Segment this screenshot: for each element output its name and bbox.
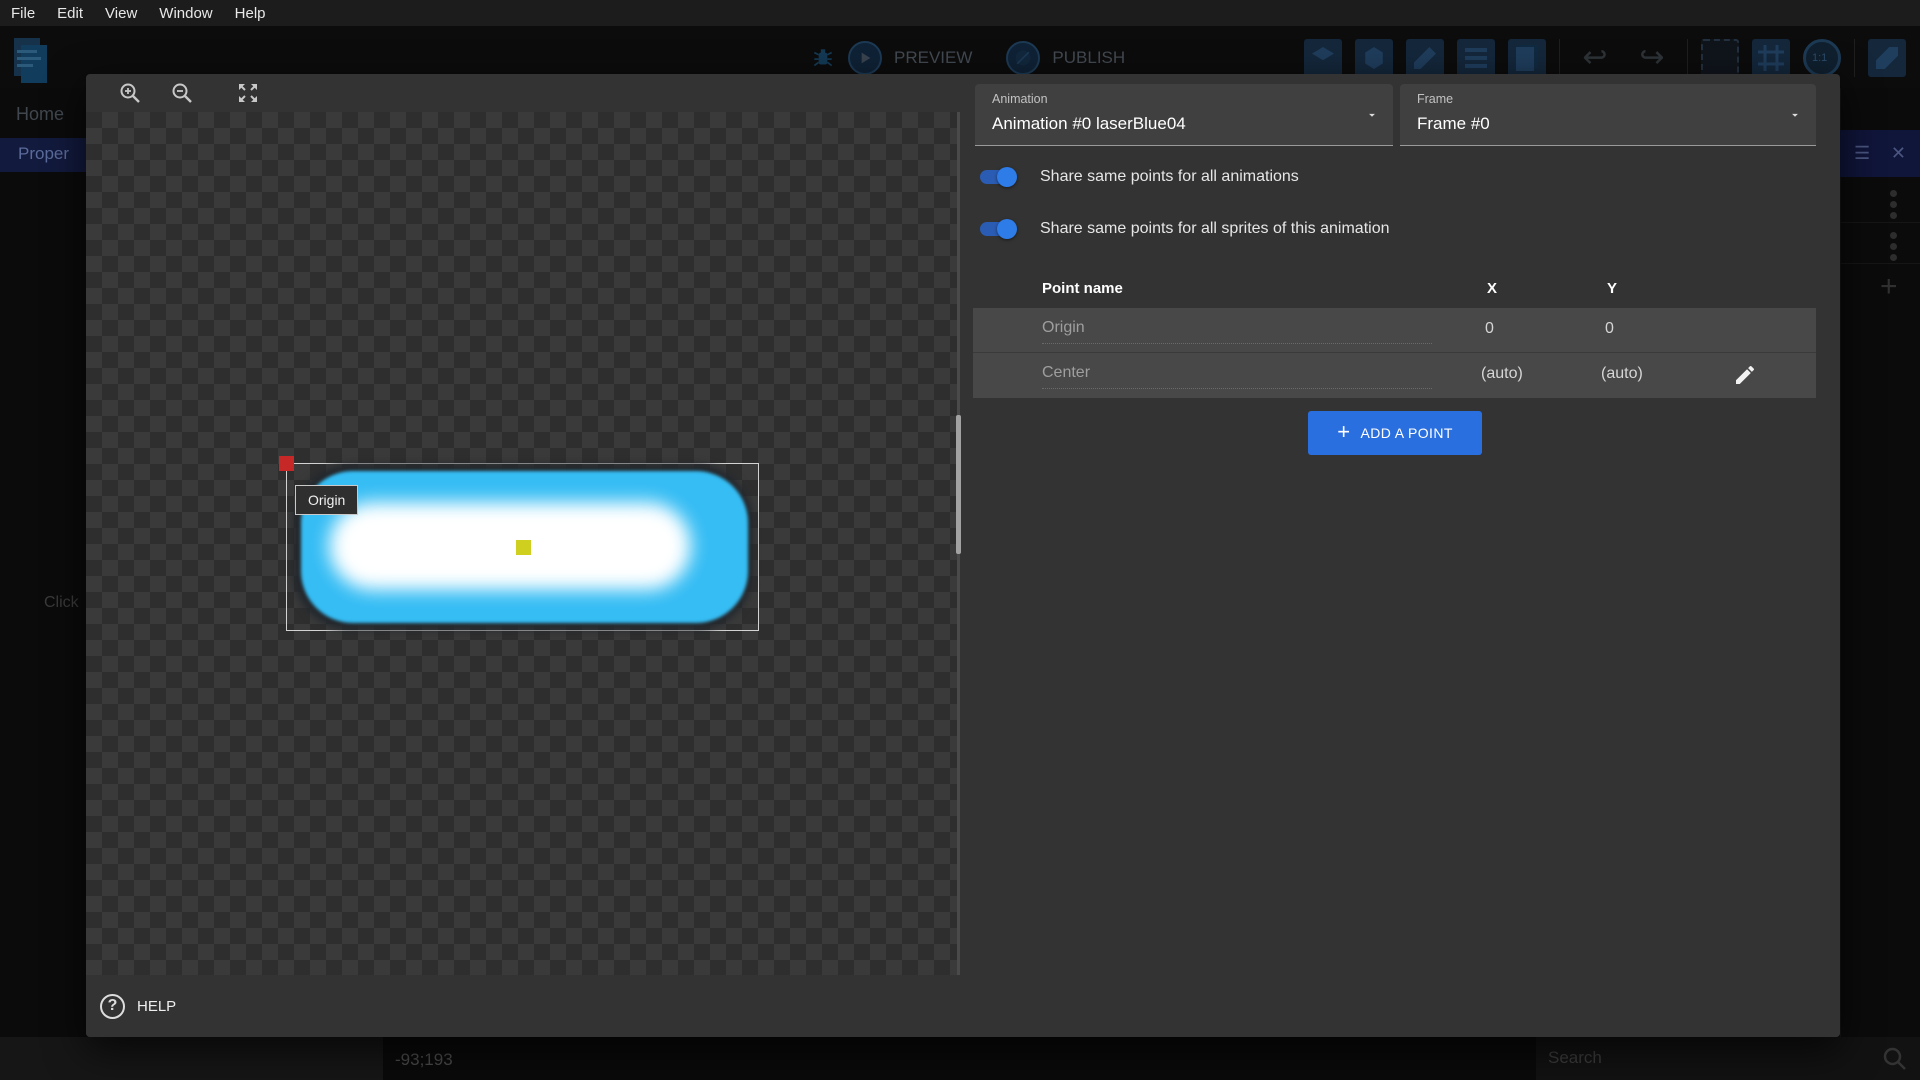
menu-edit[interactable]: Edit <box>46 5 94 22</box>
toggle-label: Share same points for all animations <box>1040 168 1299 186</box>
edit-scene-icon[interactable] <box>1406 39 1444 77</box>
wrench-icon[interactable] <box>1868 39 1906 77</box>
menu-window[interactable]: Window <box>148 5 223 22</box>
plus-icon: + <box>1337 419 1350 445</box>
toggle-label: Share same points for all sprites of thi… <box>1040 220 1390 238</box>
zoom-out-icon[interactable] <box>168 79 196 107</box>
publish-globe-icon[interactable] <box>1006 41 1040 75</box>
project-manager-icon[interactable] <box>14 38 48 84</box>
play-icon[interactable] <box>848 41 882 75</box>
point-y-value[interactable]: 0 <box>1605 320 1614 338</box>
column-x: X <box>1487 280 1497 297</box>
layers-icon[interactable] <box>1508 39 1546 77</box>
menu-help[interactable]: Help <box>224 5 277 22</box>
canvas-panel-divider <box>957 112 960 1013</box>
cursor-coordinates: -93;193 <box>395 1050 453 1070</box>
search-placeholder: Search <box>1548 1048 1602 1068</box>
edit-pencil-icon[interactable] <box>1733 363 1759 389</box>
laser-sprite-core <box>329 502 691 590</box>
tab-properties[interactable]: Proper <box>18 144 69 164</box>
kebab-menu-icon[interactable] <box>1890 186 1898 223</box>
tab-home[interactable]: Home <box>16 104 86 128</box>
zoom-actual-size-icon[interactable]: 1:1 <box>1803 39 1841 77</box>
selection-tool-icon[interactable] <box>1701 39 1739 77</box>
app-root: File Edit View Window Help PREVIEW PUBLI… <box>0 0 1920 1080</box>
origin-point-marker[interactable] <box>279 456 294 471</box>
search-icon <box>1880 1044 1910 1074</box>
add-a-point-label: ADD A POINT <box>1360 425 1452 441</box>
filter-icon[interactable]: ☰ <box>1854 143 1870 164</box>
share-points-all-animations-toggle[interactable] <box>980 170 1014 184</box>
point-x-value[interactable]: (auto) <box>1481 365 1523 383</box>
kebab-menu-icon[interactable] <box>1890 228 1898 265</box>
editor-toolbar-icons: ↩ ↪ 1:1 <box>1304 38 1906 78</box>
redo-icon[interactable]: ↪ <box>1630 39 1674 77</box>
undo-icon[interactable]: ↩ <box>1573 39 1617 77</box>
status-bar-left-panel <box>0 1037 383 1080</box>
frame-select-value: Frame #0 <box>1417 114 1490 134</box>
help-button[interactable]: ? HELP <box>100 994 176 1019</box>
publish-button[interactable]: PUBLISH <box>1052 48 1125 68</box>
toggle-row-all-animations: Share same points for all animations <box>980 168 1299 186</box>
fit-to-screen-icon[interactable] <box>234 79 262 107</box>
point-x-value[interactable]: 0 <box>1485 320 1494 338</box>
edit-points-dialog: Origin Animation Animation #0 laserBlue0… <box>86 74 1840 1037</box>
chevron-down-icon <box>1788 108 1802 122</box>
toggle-row-all-sprites: Share same points for all sprites of thi… <box>980 220 1390 238</box>
canvas-scrollbar[interactable] <box>956 415 961 554</box>
preview-button[interactable]: PREVIEW <box>894 48 972 68</box>
point-y-value[interactable]: (auto) <box>1601 365 1643 383</box>
column-point-name: Point name <box>1042 280 1123 297</box>
help-icon: ? <box>100 994 125 1019</box>
point-name-field[interactable]: Center <box>1042 364 1432 389</box>
right-panel-column <box>1840 88 1920 1037</box>
zoom-in-icon[interactable] <box>116 79 144 107</box>
column-y: Y <box>1607 280 1617 297</box>
animation-select[interactable]: Animation Animation #0 laserBlue04 <box>975 84 1393 146</box>
animation-select-label: Animation <box>992 92 1048 106</box>
share-points-all-sprites-toggle[interactable] <box>980 222 1014 236</box>
add-icon[interactable]: + <box>1880 270 1898 304</box>
sprite-preview-canvas[interactable]: Origin <box>86 112 958 1013</box>
menu-bar: File Edit View Window Help <box>0 0 1920 26</box>
center-point-marker[interactable] <box>516 540 531 555</box>
events-list-icon[interactable] <box>1457 39 1495 77</box>
click-hint-text: Click <box>44 594 79 612</box>
table-row-center[interactable]: Center (auto) (auto) <box>973 353 1816 398</box>
frame-select-label: Frame <box>1417 92 1453 106</box>
menu-view[interactable]: View <box>94 5 148 22</box>
points-table-header: Point name X Y <box>973 270 1816 308</box>
table-row-origin[interactable]: Origin 0 0 <box>973 308 1816 353</box>
debug-icon[interactable] <box>810 45 836 71</box>
canvas-zoom-toolbar <box>86 74 958 112</box>
properties-panel-header: ☰ ✕ <box>1840 130 1920 177</box>
grid-icon[interactable] <box>1752 39 1790 77</box>
dialog-footer: ? HELP <box>86 975 1840 1037</box>
export-icon[interactable] <box>1304 39 1342 77</box>
add-a-point-button[interactable]: + ADD A POINT <box>1308 411 1482 455</box>
chevron-down-icon <box>1365 108 1379 122</box>
objects-icon[interactable] <box>1355 39 1393 77</box>
origin-point-tooltip: Origin <box>295 485 358 515</box>
point-name-field[interactable]: Origin <box>1042 319 1432 344</box>
close-panel-icon[interactable]: ✕ <box>1891 143 1906 164</box>
menu-file[interactable]: File <box>0 5 46 22</box>
frame-select[interactable]: Frame Frame #0 <box>1400 84 1816 146</box>
animation-select-value: Animation #0 laserBlue04 <box>992 114 1186 134</box>
help-label: HELP <box>137 998 176 1015</box>
